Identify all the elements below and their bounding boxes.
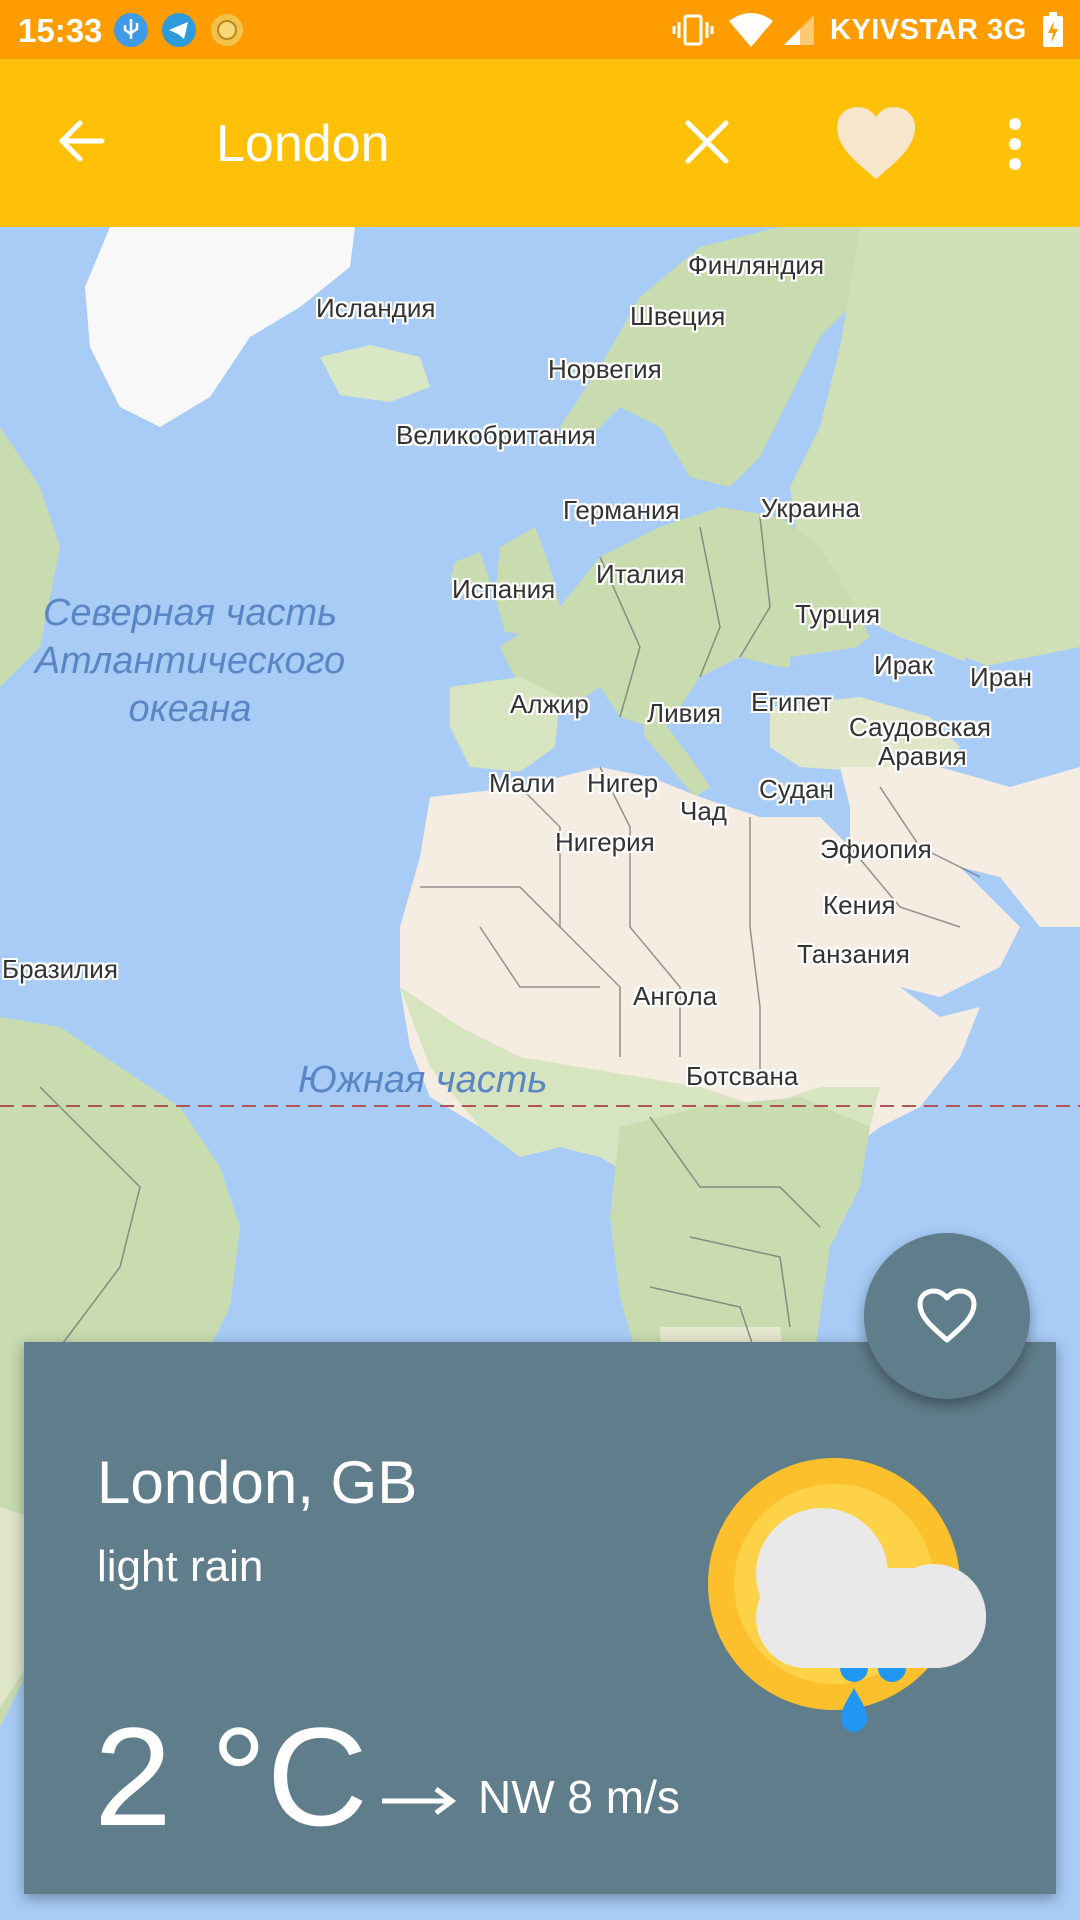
map-label-germany: Германия (563, 495, 680, 525)
map-label-chad: Чад (680, 796, 727, 826)
ocean-north-line-2: Атлантического (34, 640, 346, 682)
map-label-botswana: Ботсвана (686, 1061, 799, 1091)
map-label-iceland: Исландия (316, 293, 436, 323)
map-label-saudi-arabia-1: Саудовская (849, 712, 992, 742)
heart-outline-icon (917, 1288, 977, 1343)
ocean-north-line-3: океана (128, 688, 252, 730)
notification-icon (211, 14, 243, 46)
map-label-norway: Норвегия (548, 354, 662, 384)
map-label-uk: Великобритания (396, 420, 596, 450)
map-label-tanzania: Танзания (797, 939, 910, 969)
app-bar: London (0, 59, 1080, 227)
heart-filled-icon (837, 107, 915, 179)
clear-button[interactable] (682, 117, 732, 167)
carrier-label: KYIVSTAR 3G (830, 14, 1027, 46)
close-icon (685, 120, 729, 164)
map-label-saudi-arabia-2: Аравия (878, 741, 967, 771)
usb-icon (114, 13, 148, 47)
back-button[interactable] (52, 111, 112, 171)
search-query-title[interactable]: London (216, 114, 390, 174)
weather-city: London, GB (97, 1449, 418, 1516)
weather-wind: NW 8 m/s (478, 1771, 680, 1823)
ocean-north-line-1: Северная часть (42, 592, 338, 634)
wifi-icon (729, 13, 773, 47)
vibrate-icon (672, 14, 714, 46)
more-vert-icon (1009, 118, 1021, 170)
map-label-brazil: Бразилия (2, 954, 118, 984)
map-label-iran: Иран (970, 662, 1032, 692)
map-label-mali: Мали (489, 768, 556, 798)
map-label-kenya: Кения (823, 890, 896, 920)
map-label-iraq: Ирак (874, 650, 933, 680)
map-label-libya: Ливия (647, 698, 722, 728)
status-time: 15:33 (18, 12, 103, 49)
signal-icon (784, 15, 814, 45)
map-label-spain: Испания (452, 574, 556, 604)
map-label-turkey: Турция (795, 599, 881, 629)
battery-charging-icon (1043, 12, 1063, 47)
map-label-sudan: Судан (759, 774, 834, 804)
more-options-button[interactable] (1000, 117, 1030, 171)
favorite-button[interactable] (835, 105, 917, 181)
sun-cloud-rain-icon (708, 1458, 986, 1732)
arrow-back-icon (59, 120, 105, 162)
map-label-angola: Ангола (633, 981, 718, 1011)
map-label-algeria: Алжир (510, 689, 589, 719)
map-label-egypt: Египет (751, 687, 832, 717)
telegram-icon (162, 13, 196, 47)
map-label-sweden: Швеция (630, 301, 726, 331)
weather-temperature: 2 °C (94, 1698, 368, 1855)
map-label-north-atlantic: Северная часть Атлантического океана (30, 589, 350, 733)
map-label-south-atlantic: Южная часть (298, 1059, 548, 1101)
arrow-right-icon (382, 1787, 457, 1815)
map-label-italy: Италия (596, 559, 685, 589)
map-label-finland: Финляндия (688, 250, 825, 280)
map-label-ukraine: Украина (761, 493, 860, 523)
map-label-nigeria: Нигерия (555, 827, 655, 857)
weather-card[interactable]: London, GB light rain 2 °C NW 8 m/s (24, 1342, 1056, 1894)
weather-description: light rain (97, 1542, 264, 1591)
status-bar: 15:33 KYIVSTAR 3G (0, 0, 1080, 59)
map-label-ethiopia: Эфиопия (820, 834, 932, 864)
map-label-niger: Нигер (587, 768, 659, 798)
favorite-fab[interactable] (864, 1233, 1030, 1399)
